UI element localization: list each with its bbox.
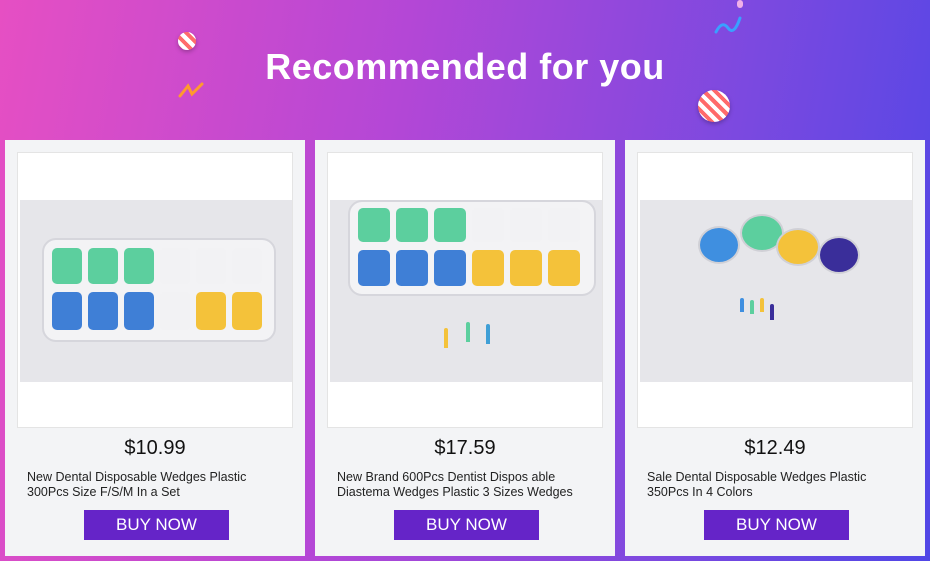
product-card[interactable]: $10.99 New Dental Disposable Wedges Plas…: [5, 140, 305, 556]
buy-now-button[interactable]: BUY NOW: [704, 510, 849, 540]
product-price: $17.59: [434, 437, 496, 459]
confetti-decoration: [178, 82, 204, 98]
wedge-sample: [466, 322, 470, 342]
product-title[interactable]: New Brand 600Pcs Dentist Dispos able Dia…: [337, 470, 601, 500]
product-image-frame[interactable]: [637, 152, 913, 428]
dot-decoration: [737, 0, 743, 8]
wedge-tray-illustration: [42, 238, 276, 342]
striped-ball-decoration: [698, 90, 730, 122]
jar-purple: [818, 236, 860, 274]
wedge-sample: [444, 328, 448, 348]
ribbon-decoration: [714, 16, 742, 34]
product-price: $10.99: [124, 437, 186, 459]
buy-now-button[interactable]: BUY NOW: [84, 510, 229, 540]
product-title[interactable]: New Dental Disposable Wedges Plastic 300…: [27, 470, 291, 500]
banner-title: Recommended for you: [265, 46, 665, 87]
product-price: $12.49: [744, 437, 806, 459]
wedge-sample: [770, 304, 774, 320]
product-image[interactable]: [330, 200, 602, 382]
product-image-frame[interactable]: [327, 152, 603, 428]
product-image[interactable]: [20, 200, 292, 382]
product-image-frame[interactable]: [17, 152, 293, 428]
wedge-sample: [740, 298, 744, 312]
buy-now-button[interactable]: BUY NOW: [394, 510, 539, 540]
product-card[interactable]: $17.59 New Brand 600Pcs Dentist Dispos a…: [315, 140, 615, 556]
wedge-sample: [750, 300, 754, 314]
product-card[interactable]: $12.49 Sale Dental Disposable Wedges Pla…: [625, 140, 925, 556]
striped-ball-decoration: [178, 32, 196, 50]
product-title[interactable]: Sale Dental Disposable Wedges Plastic 35…: [647, 470, 911, 500]
jar-yellow: [776, 228, 820, 266]
wedge-sample: [760, 298, 764, 312]
product-image[interactable]: [640, 200, 912, 382]
wedge-tray-illustration: [348, 200, 596, 296]
wedge-sample: [486, 324, 490, 344]
jar-blue: [698, 226, 740, 264]
